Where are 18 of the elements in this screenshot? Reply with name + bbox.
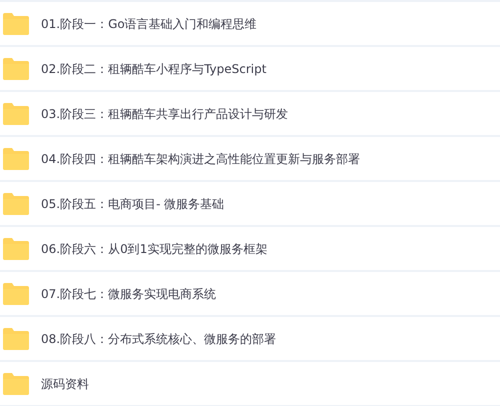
folder-name[interactable]: 08.阶段八：分布式系统核心、微服务的部署 — [41, 330, 276, 348]
folder-name[interactable]: 02.阶段二：租辆酷车小程序与TypeScript — [41, 60, 266, 78]
folder-name[interactable]: 03.阶段三：租辆酷车共享出行产品设计与研发 — [41, 104, 288, 122]
folder-name[interactable]: 源码资料 — [41, 374, 89, 392]
folder-icon — [2, 372, 29, 394]
folder-name[interactable]: 05.阶段五：电商项目- 微服务基础 — [41, 194, 224, 212]
folder-icon — [2, 148, 29, 170]
folder-icon — [2, 328, 29, 350]
folder-name[interactable]: 04.阶段四：租辆酷车架构演进之高性能位置更新与服务部署 — [41, 150, 360, 168]
folder-icon — [2, 238, 29, 260]
folder-name[interactable]: 07.阶段七：微服务实现电商系统 — [41, 284, 216, 302]
folder-icon — [2, 12, 29, 34]
folder-icon — [2, 192, 29, 214]
folder-name[interactable]: 06.阶段六：从0到1实现完整的微服务框架 — [41, 240, 268, 258]
folder-name[interactable]: 01.阶段一：Go语言基础入门和编程思维 — [41, 14, 257, 32]
folder-icon — [2, 102, 29, 124]
folder-icon — [2, 58, 29, 80]
folder-icon — [2, 282, 29, 304]
